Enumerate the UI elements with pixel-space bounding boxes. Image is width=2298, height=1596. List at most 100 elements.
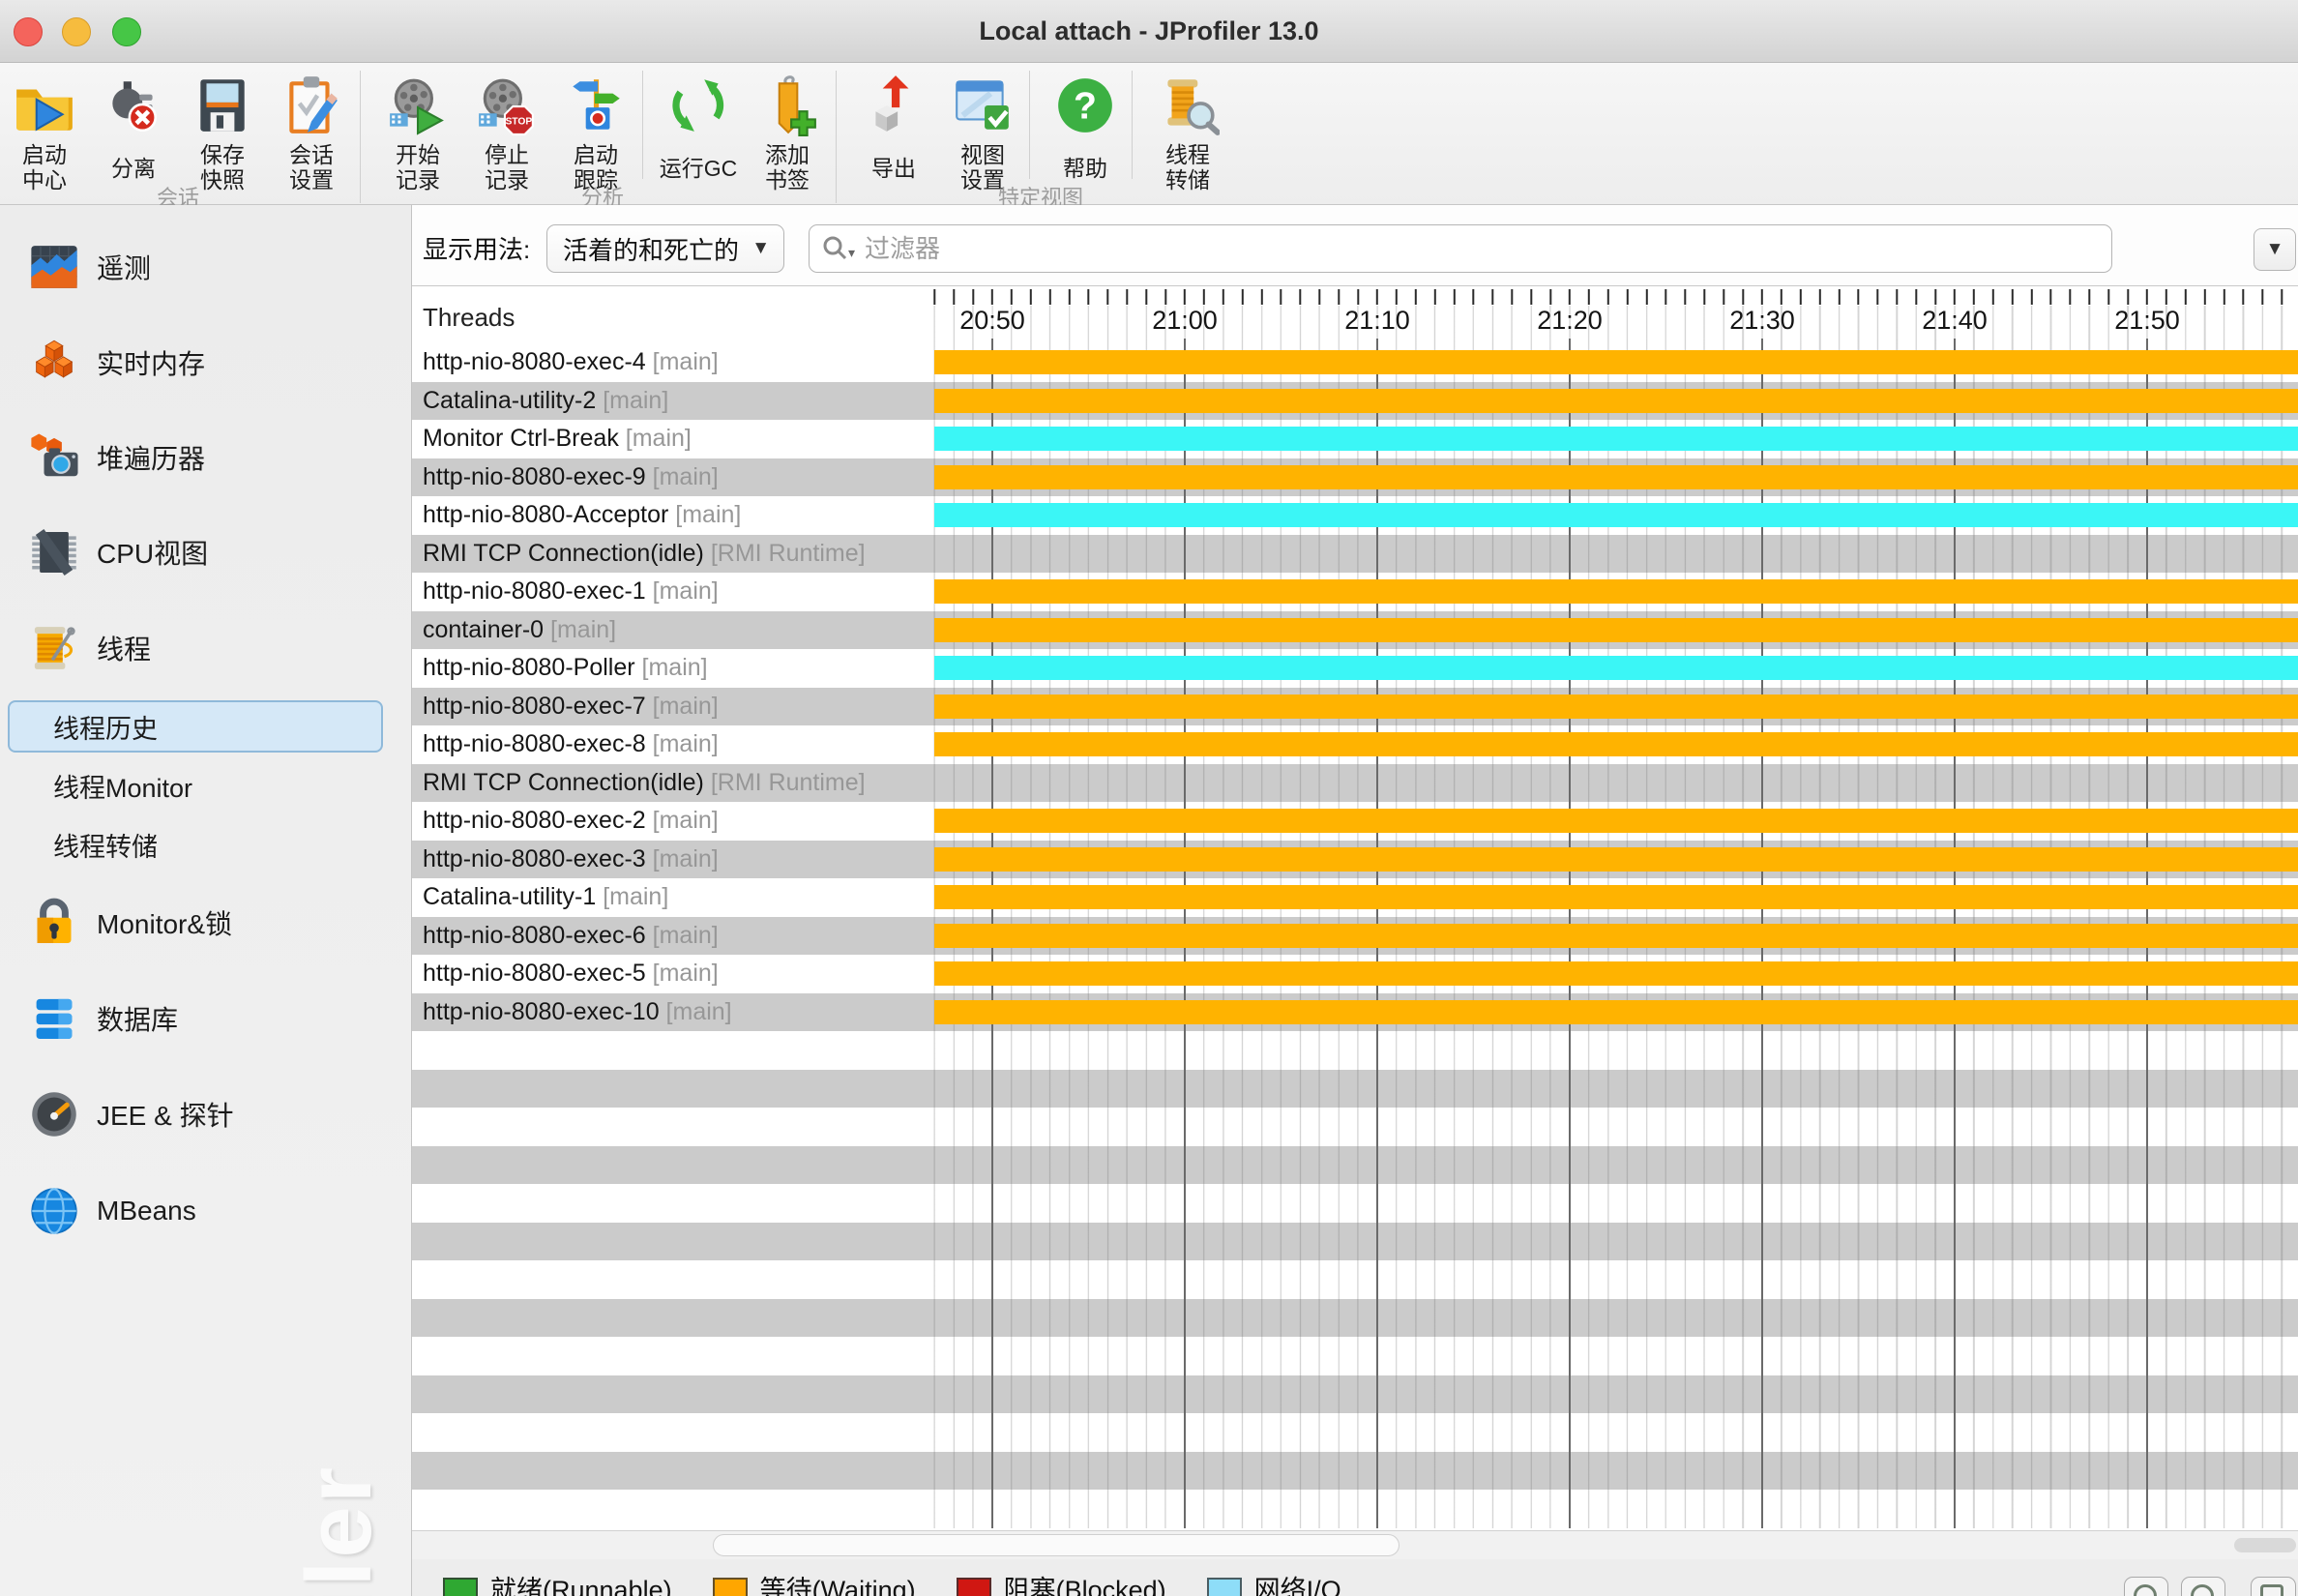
thread-state-bar-waiting: [934, 694, 2298, 719]
toolbar-button-save-snapshot[interactable]: 保存 快照: [178, 71, 267, 192]
jee-probes-icon: [23, 1083, 85, 1145]
toolbar-button-run-gc[interactable]: 运行GC: [654, 71, 743, 181]
toolbar-button-help[interactable]: ? 帮助: [1041, 71, 1130, 181]
thread-row-label: http-nio-8080-exec-5 [main]: [423, 960, 719, 987]
thread-row-label: Monitor Ctrl-Break [main]: [423, 425, 692, 452]
add-bookmark-icon: [743, 71, 832, 140]
zoom-in-button[interactable]: [2124, 1577, 2168, 1596]
svg-text:?: ?: [1074, 85, 1097, 127]
toolbar-button-label: 停止 记录: [485, 142, 529, 192]
toolbar-button-detach[interactable]: 分离: [89, 71, 178, 181]
thread-state-bar-waiting: [934, 732, 2298, 756]
sidebar-item-实时内存[interactable]: 实时内存: [0, 328, 411, 398]
legend-label: 网络I/O: [1253, 1576, 1341, 1596]
search-icon: [821, 234, 850, 263]
help-icon: ?: [1041, 71, 1130, 140]
toolbar-button-view-settings[interactable]: 视图 设置: [938, 71, 1027, 192]
sidebar-subitem-线程monitor[interactable]: 线程Monitor: [0, 759, 411, 812]
legend-item-blocked: 阻塞(Blocked): [956, 1569, 1166, 1596]
sidebar-item-label: 数据库: [97, 1005, 179, 1035]
thread-state-bar-waiting: [934, 579, 2298, 604]
thread-row-label: http-nio-8080-Poller [main]: [423, 654, 708, 681]
save-snapshot-icon: [178, 71, 267, 140]
time-label: 21:10: [1344, 306, 1410, 335]
filter-input[interactable]: [863, 232, 2111, 265]
sidebar-subitem-线程转储[interactable]: 线程转储: [0, 818, 411, 871]
thread-row-label: http-nio-8080-exec-8 [main]: [423, 730, 719, 757]
timeline-ruler-ticks: [931, 289, 2298, 305]
live-memory-icon: [23, 332, 85, 394]
thread-row-label: http-nio-8080-exec-1 [main]: [423, 577, 719, 605]
horizontal-scrollbar[interactable]: [412, 1530, 2298, 1560]
toolbar-separator: [1132, 71, 1133, 179]
usage-dropdown-value: 活着的和死亡的: [563, 235, 740, 265]
sidebar-item-label: Monitor&锁: [97, 909, 233, 939]
time-label: 21:40: [1922, 306, 1988, 335]
toolbar-button-start-tracking[interactable]: 启动 跟踪: [551, 71, 640, 192]
thread-state-bar-waiting: [934, 388, 2298, 413]
time-label: 20:50: [959, 306, 1025, 335]
sidebar-item-线程[interactable]: 线程: [0, 613, 411, 683]
filter-history-button[interactable]: ▼: [2254, 228, 2296, 271]
thread-state-bar-waiting: [934, 999, 2298, 1024]
sidebar-item-monitor-锁[interactable]: Monitor&锁: [0, 888, 411, 958]
thread-row-label: container-0 [main]: [423, 615, 617, 643]
thread-state-bar-waiting: [934, 464, 2298, 489]
legend: 就绪(Runnable) 等待(Waiting) 阻塞(Blocked) 网络I/O: [412, 1559, 2298, 1596]
time-label: 21:20: [1537, 306, 1603, 335]
thread-history-view: 显示用法: 活着的和死亡的 ▼ ▾ ▼ Threads http-nio-808…: [412, 205, 2298, 1596]
sidebar-subitem-label: 线程历史: [53, 714, 158, 744]
thread-state-bar-net_io: [934, 427, 2298, 451]
legend-item-waiting: 等待(Waiting): [712, 1569, 916, 1596]
sidebar-item-label: 堆遍历器: [97, 444, 206, 474]
toolbar-button-export[interactable]: 导出: [849, 71, 938, 181]
horizontal-scrollbar-thumb[interactable]: [713, 1534, 1399, 1556]
toolbar-button-thread-dump[interactable]: 线程 转储: [1143, 71, 1232, 192]
sidebar-item-cpu视图[interactable]: CPU视图: [0, 517, 411, 587]
sidebar-item-遥测[interactable]: 遥测: [0, 232, 411, 302]
toolbar-button-label: 帮助: [1063, 156, 1107, 181]
legend-swatch-waiting: [712, 1577, 748, 1596]
filter-field: ▾: [809, 224, 2112, 273]
toolbar-button-session-settings[interactable]: 会话 设置: [267, 71, 356, 192]
export-icon: [849, 71, 938, 140]
thread-state-bar-net_io: [934, 503, 2298, 527]
sidebar-item-jee-探针[interactable]: JEE & 探针: [0, 1079, 411, 1149]
empty-row: [412, 1374, 2298, 1413]
fit-timeline-button[interactable]: [2251, 1577, 2296, 1596]
toolbar-button-label: 添加 书签: [765, 142, 810, 192]
empty-row: [412, 1337, 2298, 1375]
toolbar-button-label: 会话 设置: [289, 142, 334, 192]
thread-row-label: http-nio-8080-exec-3 [main]: [423, 844, 719, 872]
sidebar-item-mbeans[interactable]: MBeans: [0, 1176, 411, 1246]
sidebar-item-label: CPU视图: [97, 539, 209, 569]
thread-row-label: http-nio-8080-exec-9 [main]: [423, 462, 719, 490]
jprofiler-window: Local attach - JProfiler 13.0 启动 中心 分离 保存 …: [0, 0, 2298, 1596]
zoom-out-button[interactable]: [2181, 1577, 2225, 1596]
toolbar-button-start-center[interactable]: 启动 中心: [0, 71, 89, 192]
toolbar-button-label: 开始 记录: [396, 142, 440, 192]
window-title: Local attach - JProfiler 13.0: [979, 16, 1319, 45]
session-settings-icon: [267, 71, 356, 140]
empty-row: [412, 1145, 2298, 1184]
start-recording-icon: [373, 71, 462, 140]
toolbar-button-label: 线程 转储: [1165, 142, 1210, 192]
toolbar-button-label: 分离: [111, 156, 156, 181]
sidebar-item-数据库[interactable]: 数据库: [0, 984, 411, 1053]
sidebar-item-堆遍历器[interactable]: 堆遍历器: [0, 423, 411, 492]
mbeans-icon: [23, 1180, 85, 1242]
databases-icon: [23, 988, 85, 1049]
sidebar-subitem-线程历史[interactable]: 线程历史: [0, 700, 411, 753]
thread-row[interactable]: RMI TCP Connection(idle) [RMI Runtime]: [412, 534, 2298, 573]
sidebar-item-label: 遥测: [97, 253, 152, 283]
sidebar-subitem-label: 线程Monitor: [53, 773, 193, 803]
toolbar-button-add-bookmark[interactable]: 添加 书签: [743, 71, 832, 192]
sidebar-subitem-label: 线程转储: [53, 832, 158, 862]
scrollbar-end-pill[interactable]: [2234, 1538, 2296, 1552]
toolbar-button-stop-recording[interactable]: STOP 停止 记录: [462, 71, 551, 192]
profiler-watermark: Profiler: [286, 1464, 393, 1596]
toolbar-button-start-recording[interactable]: 开始 记录: [373, 71, 462, 192]
legend-swatch-blocked: [956, 1577, 991, 1596]
thread-row[interactable]: RMI TCP Connection(idle) [RMI Runtime]: [412, 763, 2298, 802]
usage-dropdown[interactable]: 活着的和死亡的 ▼: [546, 224, 784, 273]
